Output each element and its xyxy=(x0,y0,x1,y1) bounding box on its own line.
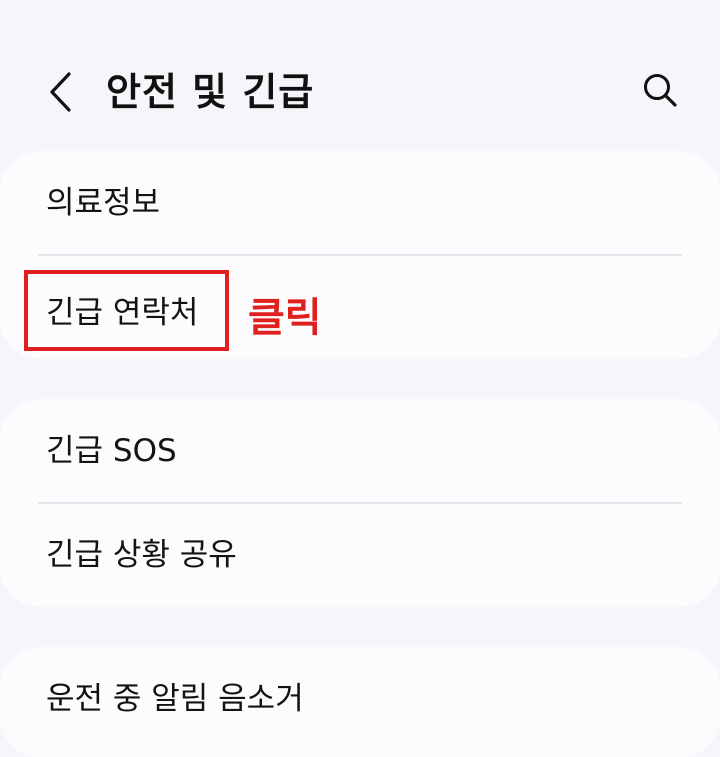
settings-item-driving-mute[interactable]: 운전 중 알림 음소거 xyxy=(0,647,720,751)
search-button[interactable] xyxy=(636,66,684,114)
settings-item-label: 긴급 연락처 xyxy=(46,295,199,331)
back-button[interactable] xyxy=(38,66,82,118)
settings-item-label: 긴급 상황 공유 xyxy=(46,537,237,573)
settings-item-emergency-sharing[interactable]: 긴급 상황 공유 xyxy=(0,503,720,607)
settings-group-emergency: 긴급 SOS 긴급 상황 공유 xyxy=(0,399,720,607)
settings-group-medical: 의료정보 긴급 연락처 xyxy=(0,151,720,359)
chevron-left-icon xyxy=(50,72,71,112)
search-icon xyxy=(644,74,677,107)
settings-group-driving: 운전 중 알림 음소거 xyxy=(0,647,720,757)
settings-item-emergency-contacts[interactable]: 긴급 연락처 xyxy=(0,255,720,359)
settings-item-emergency-sos[interactable]: 긴급 SOS xyxy=(0,399,720,503)
settings-item-label: 의료정보 xyxy=(46,185,161,221)
app-header: 안전 및 긴급 xyxy=(0,0,720,150)
page-title: 안전 및 긴급 xyxy=(106,70,315,114)
settings-item-medical-info[interactable]: 의료정보 xyxy=(0,151,720,255)
settings-item-label: 운전 중 알림 음소거 xyxy=(46,681,304,717)
click-annotation: 클릭 xyxy=(248,295,322,341)
settings-item-label: 긴급 SOS xyxy=(46,433,177,469)
